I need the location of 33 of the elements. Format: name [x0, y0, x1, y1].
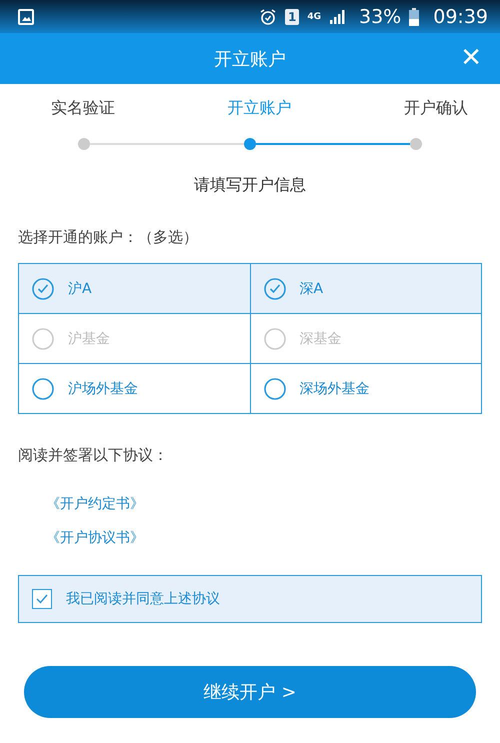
- close-button[interactable]: ✕: [456, 42, 486, 74]
- agreement-link[interactable]: 《开户约定书》: [46, 495, 144, 513]
- checkbox[interactable]: [32, 589, 52, 609]
- check-icon: [36, 594, 48, 604]
- page-title: 开立账户: [214, 48, 286, 70]
- account-option[interactable]: 深场外基金: [250, 364, 482, 414]
- section-label: 选择开通的账户：（多选）: [18, 228, 199, 247]
- section-label: 阅读并签署以下协议：: [18, 446, 169, 465]
- step-label: 实名验证: [51, 98, 115, 119]
- sim-icon: 1: [284, 8, 300, 24]
- empty-circle-icon: [264, 328, 286, 350]
- empty-circle-icon: [32, 378, 54, 400]
- clock-time: 09:39: [433, 6, 488, 28]
- empty-circle-icon: [32, 328, 54, 350]
- step-label: 开立账户: [228, 98, 292, 119]
- account-option[interactable]: 沪场外基金: [19, 364, 250, 414]
- agreement-link[interactable]: 《开户协议书》: [46, 529, 144, 547]
- consent-label: 我已阅读并同意上述协议: [66, 590, 220, 608]
- battery-icon: [409, 8, 420, 26]
- network-label: 4G: [307, 12, 321, 22]
- signal-icon: [329, 10, 345, 24]
- checked-circle-icon: [264, 278, 286, 300]
- battery-percent: 33%: [359, 6, 402, 28]
- account-option[interactable]: 深A: [250, 264, 482, 314]
- continue-button[interactable]: 继续开户 >: [24, 666, 476, 718]
- consent-checkbox-row[interactable]: 我已阅读并同意上述协议: [18, 575, 482, 623]
- account-option[interactable]: 沪A: [19, 264, 250, 314]
- alarm-icon: [258, 8, 277, 26]
- step-label: 开户确认: [404, 98, 468, 119]
- gallery-icon: [18, 8, 34, 24]
- empty-circle-icon: [264, 378, 286, 400]
- checked-circle-icon: [32, 278, 54, 300]
- form-subtitle: 请填写开户信息: [193, 175, 307, 196]
